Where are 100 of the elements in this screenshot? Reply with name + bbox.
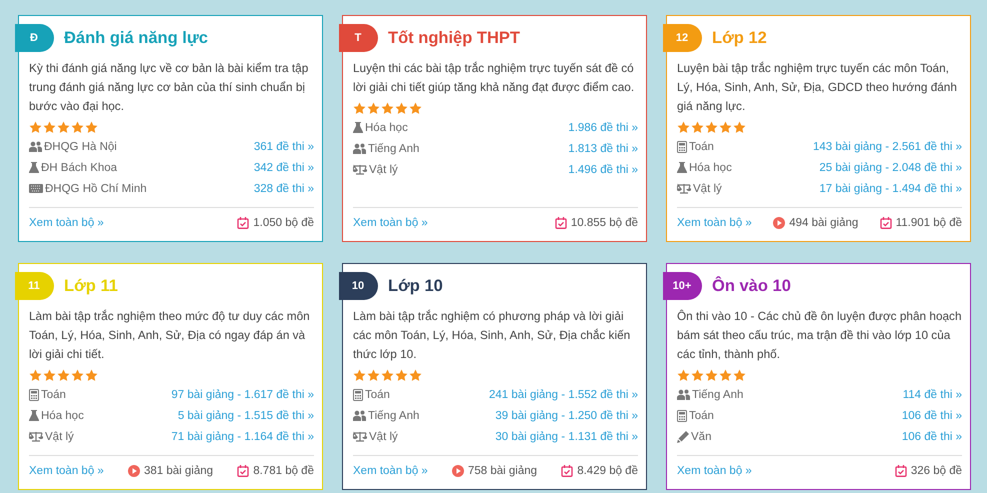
star-icon bbox=[85, 121, 98, 134]
count-link[interactable]: 1.813 đề thi » bbox=[568, 142, 638, 154]
category-badge: Đ bbox=[15, 24, 54, 52]
subject-label: Hóa học bbox=[689, 162, 732, 174]
calendar-icon bbox=[561, 465, 574, 477]
count-link[interactable]: 71 bài giảng - 1.164 đề thi » bbox=[171, 430, 314, 442]
flask-icon bbox=[353, 122, 363, 133]
play-icon bbox=[773, 217, 786, 229]
view-all-link[interactable]: Xem toàn bộ » bbox=[29, 465, 104, 477]
subject-label: Vật lý bbox=[693, 182, 722, 194]
lesson-count: 494 bài giảng bbox=[789, 217, 858, 229]
card-description: Luyện bài tập trắc nghiệm trực tuyến các môn Toán, Lý, Hóa, Sinh, Anh, Sử, Địa, GDCD theo hướng đánh giá năng lực. bbox=[677, 60, 958, 115]
star-icon bbox=[677, 121, 690, 134]
lesson-count: 381 bài giảng bbox=[144, 465, 214, 477]
flask-icon bbox=[29, 410, 39, 421]
star-icon bbox=[381, 369, 394, 382]
star-icon bbox=[691, 369, 704, 382]
calculator-icon bbox=[677, 410, 687, 422]
count-link[interactable]: 1.496 đề thi » bbox=[568, 164, 638, 176]
count-link[interactable]: 328 đề thi » bbox=[254, 182, 314, 194]
star-icon bbox=[43, 121, 56, 134]
calendar-icon bbox=[554, 217, 567, 229]
count-link[interactable]: 241 bài giảng - 1.552 đề thi » bbox=[489, 388, 638, 400]
card-title[interactable]: Lớp 12 bbox=[712, 28, 767, 48]
card-title[interactable]: Ôn vào 10 bbox=[712, 276, 791, 296]
card-description: Làm bài tập trắc nghiệm có phương pháp và lời giải các môn Toán, Lý, Hóa, Sinh, Anh, Sử, Địa chắc kiến thức lớp 10. bbox=[353, 308, 632, 363]
count-link[interactable]: 25 bài giảng - 2.048 đề thi » bbox=[819, 162, 962, 174]
scale-icon bbox=[677, 183, 691, 194]
view-all-link[interactable]: Xem toàn bộ » bbox=[677, 465, 752, 477]
star-icon bbox=[353, 369, 366, 382]
category-badge: 11 bbox=[15, 272, 54, 300]
calendar-icon bbox=[880, 217, 892, 229]
star-icon bbox=[57, 121, 70, 134]
calculator-icon bbox=[353, 388, 363, 400]
pencil-icon bbox=[677, 430, 689, 442]
star-icon bbox=[395, 369, 408, 382]
star-icon bbox=[381, 102, 394, 115]
subject-label: Toán bbox=[41, 388, 66, 400]
count-link[interactable]: 39 bài giảng - 1.250 đề thi » bbox=[495, 410, 638, 422]
category-badge: T bbox=[339, 24, 378, 52]
star-icon bbox=[395, 102, 408, 115]
subject-label: Tiếng Anh bbox=[692, 388, 744, 400]
count-link[interactable]: 361 đề thi » bbox=[254, 140, 314, 152]
count-link[interactable]: 5 bài giảng - 1.515 đề thi » bbox=[178, 410, 314, 422]
star-icon bbox=[409, 102, 422, 115]
star-icon bbox=[71, 369, 84, 382]
card-title[interactable]: Tốt nghiệp THPT bbox=[388, 28, 520, 48]
card-description: Luyện thi các bài tập trắc nghiệm trực tuyến sát đề có lời giải chi tiết giúp tăng khả năng đạt được điểm cao. bbox=[353, 60, 636, 96]
count-link[interactable]: 1.986 đề thi » bbox=[568, 122, 638, 134]
subject-label: Toán bbox=[689, 410, 714, 422]
view-all-link[interactable]: Xem toàn bộ » bbox=[29, 217, 104, 229]
calendar-icon bbox=[237, 217, 250, 229]
star-icon bbox=[705, 369, 718, 382]
card-title[interactable]: Đánh giá năng lực bbox=[64, 28, 208, 48]
card-title[interactable]: Lớp 11 bbox=[64, 276, 118, 296]
count-link[interactable]: 17 bài giảng - 1.494 đề thi » bbox=[819, 182, 962, 194]
subject-label: Vật lý bbox=[369, 164, 398, 176]
subject-label: ĐH Bách Khoa bbox=[41, 162, 118, 174]
count-link[interactable]: 106 đề thi » bbox=[902, 410, 962, 422]
flask-icon bbox=[677, 162, 687, 173]
subject-label: Hóa học bbox=[365, 122, 408, 134]
count-link[interactable]: 114 đề thi » bbox=[902, 388, 962, 400]
calendar-icon bbox=[894, 465, 907, 477]
subject-label: ĐHQG Hồ Chí Minh bbox=[45, 182, 147, 194]
count-link[interactable]: 97 bài giảng - 1.617 đề thi » bbox=[171, 388, 314, 400]
test-set-count: 8.781 bộ đề bbox=[253, 465, 314, 477]
flask-icon bbox=[29, 162, 39, 173]
category-badge: 12 bbox=[663, 24, 702, 52]
subject-label: Vật lý bbox=[369, 430, 398, 442]
calculator-icon bbox=[29, 388, 39, 400]
star-icon bbox=[29, 121, 42, 134]
view-all-link[interactable]: Xem toàn bộ » bbox=[353, 217, 428, 229]
star-icon bbox=[733, 121, 746, 134]
star-icon bbox=[691, 121, 704, 134]
subject-label: Vật lý bbox=[45, 430, 74, 442]
calendar-icon bbox=[237, 465, 250, 477]
count-link[interactable]: 143 bài giảng - 2.561 đề thi » bbox=[813, 140, 962, 152]
star-icon bbox=[353, 102, 366, 115]
count-link[interactable]: 342 đề thi » bbox=[254, 162, 314, 174]
count-link[interactable]: 30 bài giảng - 1.131 đề thi » bbox=[495, 430, 638, 442]
view-all-link[interactable]: Xem toàn bộ » bbox=[677, 217, 752, 229]
subject-label: Văn bbox=[691, 430, 712, 442]
scale-icon bbox=[29, 431, 43, 442]
card-description: Kỳ thi đánh giá năng lực về cơ bản là bài kiểm tra tập trung đánh giá năng lực cơ bản của thí sinh chuẩn bị bước vào đại học. bbox=[29, 60, 310, 115]
users-icon bbox=[677, 389, 690, 400]
count-link[interactable]: 106 đề thi » bbox=[902, 430, 962, 442]
play-icon bbox=[128, 465, 140, 477]
test-set-count: 1.050 bộ đề bbox=[253, 217, 314, 229]
subject-label: Tiếng Anh bbox=[368, 410, 420, 422]
card-title[interactable]: Lớp 10 bbox=[388, 276, 443, 296]
scale-icon bbox=[353, 164, 367, 175]
star-icon bbox=[677, 369, 690, 382]
star-icon bbox=[719, 121, 732, 134]
scale-icon bbox=[353, 431, 367, 442]
view-all-link[interactable]: Xem toàn bộ » bbox=[353, 465, 428, 477]
subject-label: ĐHQG Hà Nội bbox=[44, 140, 117, 152]
test-set-count: 10.855 bộ đề bbox=[570, 217, 638, 229]
users-icon bbox=[353, 410, 366, 421]
star-icon bbox=[705, 121, 718, 134]
users-icon bbox=[353, 143, 366, 154]
